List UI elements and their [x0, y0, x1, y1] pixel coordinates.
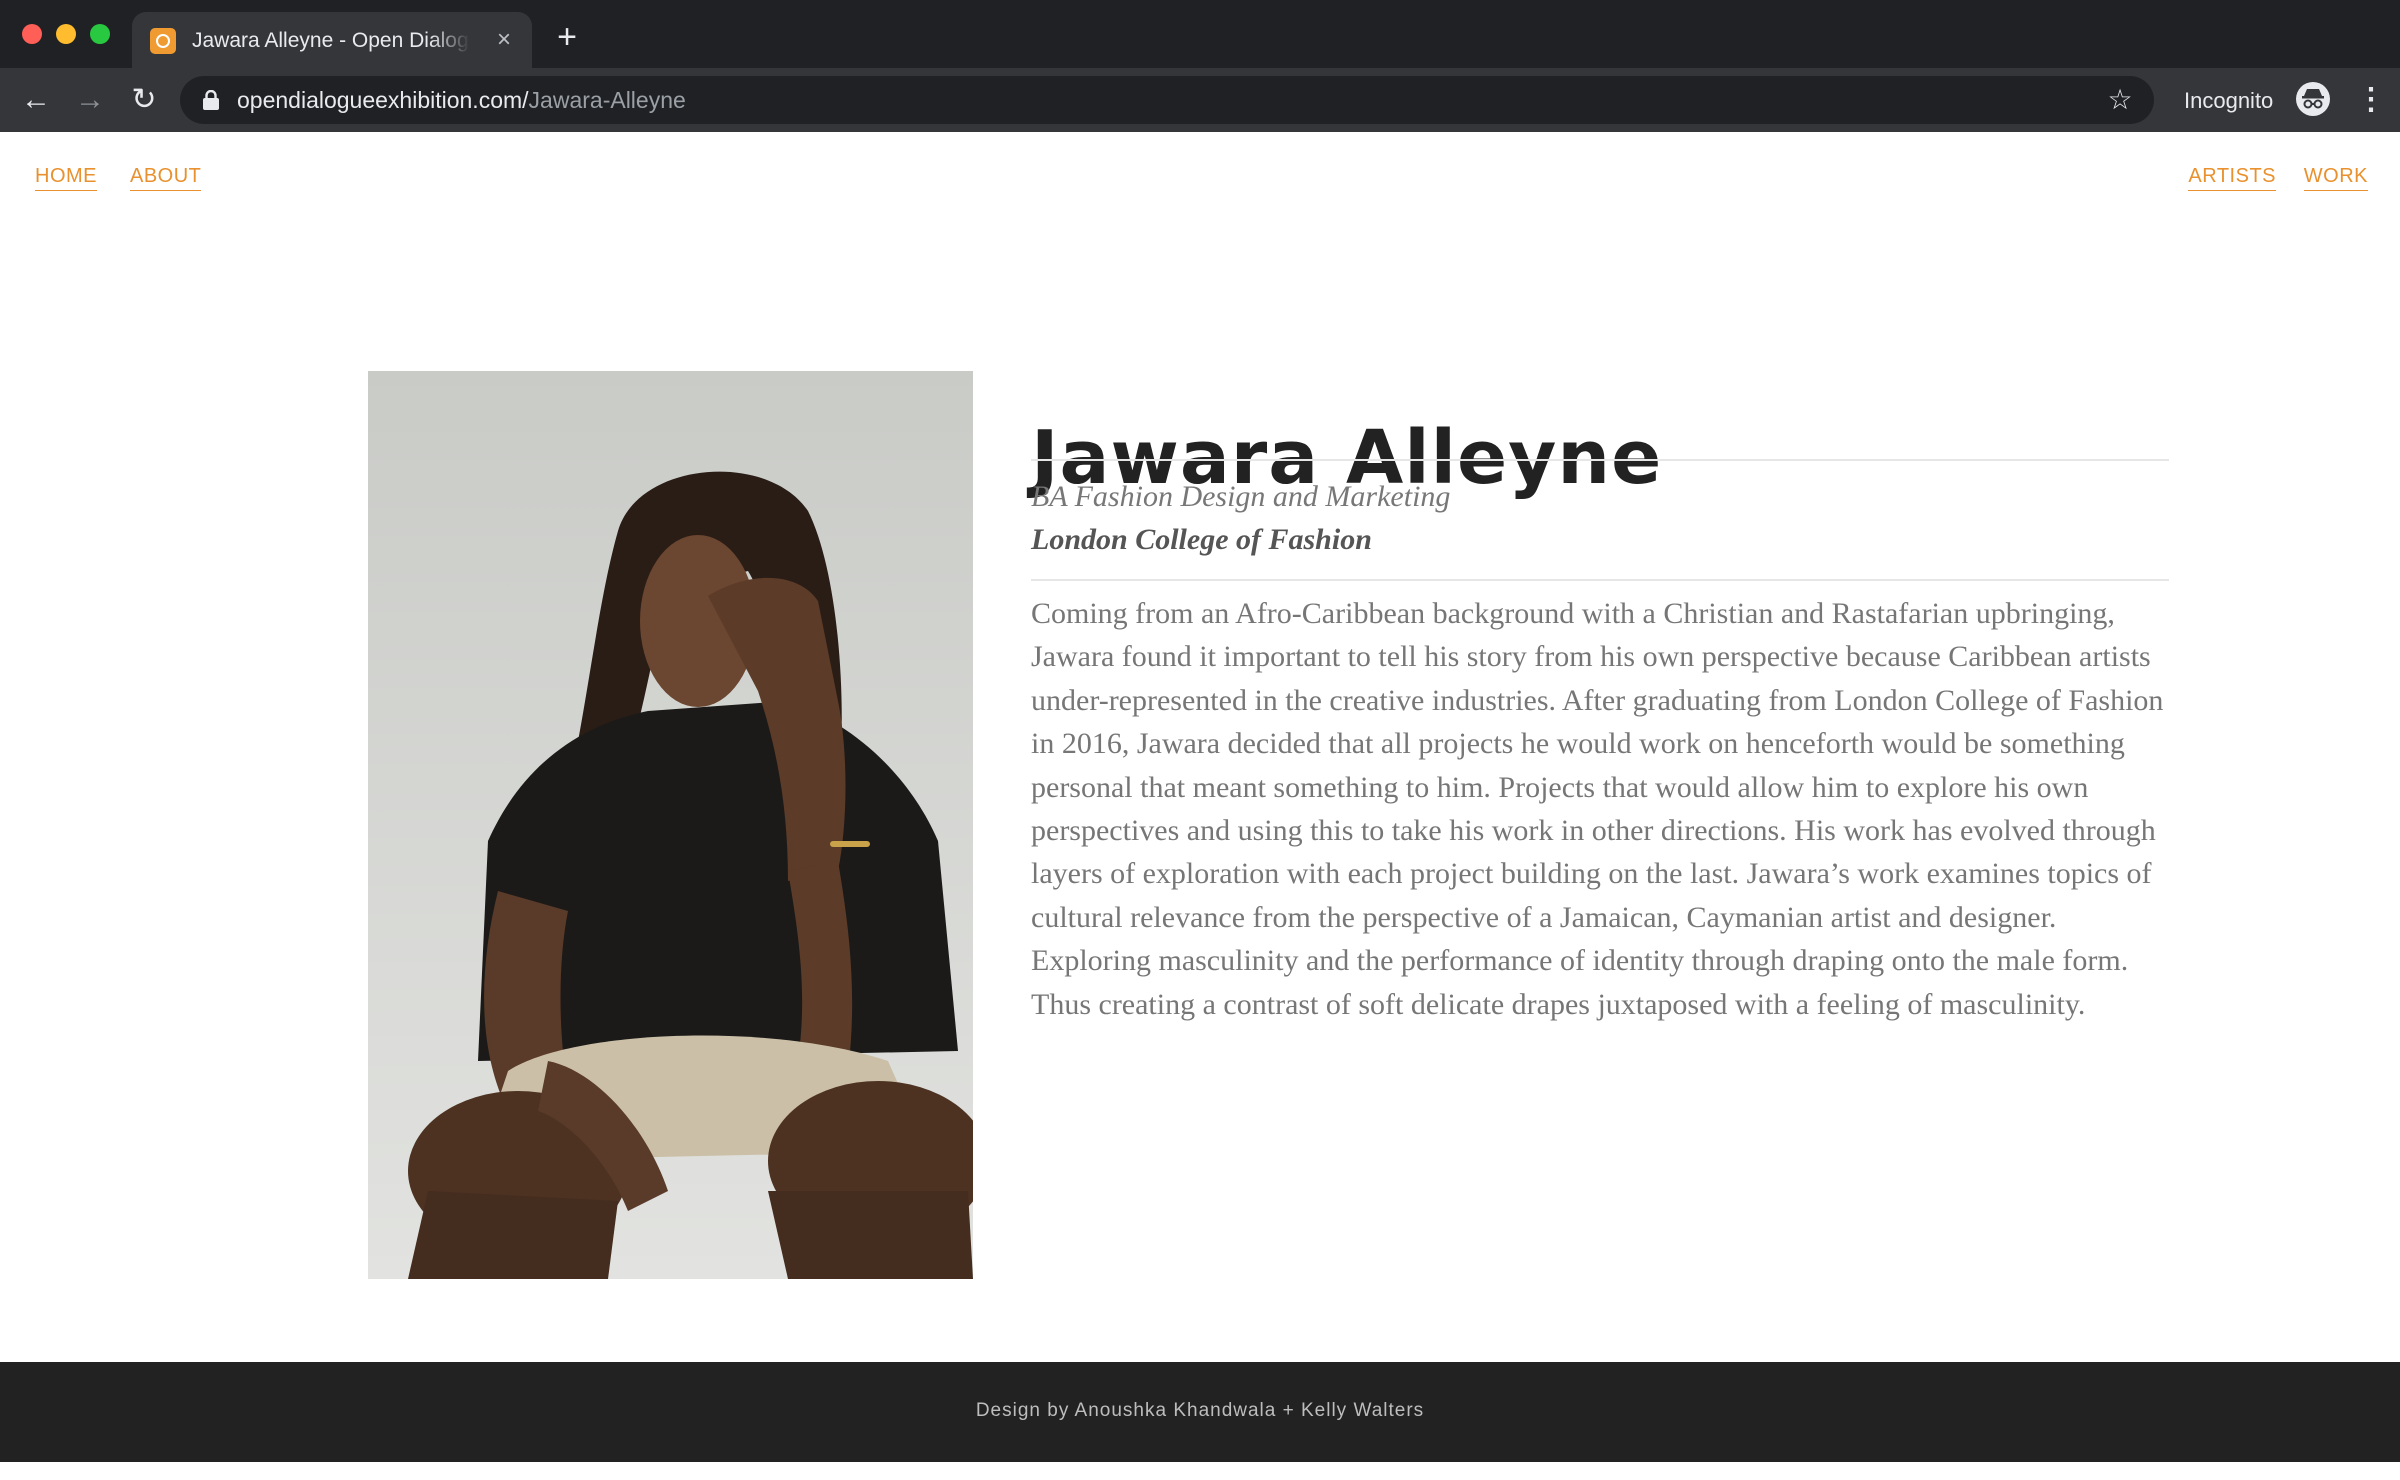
footer-credit: Design by Anoushka Khandwala + Kelly Wal…	[975, 1400, 1425, 1421]
browser-toolbar: ← → ↻ opendialogueexhibition.com/Jawara-…	[0, 68, 2400, 132]
artist-portrait-image	[368, 371, 973, 1279]
divider	[1031, 459, 2169, 461]
url-path: Jawara-Alleyne	[528, 87, 686, 113]
minimize-window-button[interactable]	[56, 24, 76, 44]
browser-window: Jawara Alleyne - Open Dialogue Exhibitio…	[0, 0, 2400, 1480]
artist-college: London College of Fashion	[1031, 523, 1372, 556]
back-button[interactable]: ←	[18, 82, 54, 118]
forward-button[interactable]: →	[72, 82, 108, 118]
tab-strip: Jawara Alleyne - Open Dialogue Exhibitio…	[0, 0, 2400, 68]
nav-link-home[interactable]: HOME	[35, 164, 97, 191]
nav-link-artists[interactable]: ARTISTS	[2188, 164, 2276, 191]
tab-title: Jawara Alleyne - Open Dialogue Exhibitio…	[192, 28, 470, 54]
active-tab[interactable]: Jawara Alleyne - Open Dialogue Exhibitio…	[132, 12, 532, 68]
bookmark-star-icon[interactable]: ☆	[2104, 84, 2136, 116]
url-host: opendialogueexhibition.com/	[237, 87, 529, 113]
reload-button[interactable]: ↻	[126, 82, 162, 118]
nav-link-about[interactable]: ABOUT	[130, 164, 202, 191]
divider	[1031, 579, 2169, 581]
incognito-icon[interactable]	[2296, 82, 2330, 116]
favicon-icon	[150, 28, 176, 54]
nav-link-work[interactable]: WORK	[2303, 164, 2368, 191]
incognito-label: Incognito	[2184, 88, 2274, 113]
close-window-button[interactable]	[22, 24, 42, 44]
site-footer: Design by Anoushka Khandwala + Kelly Wal…	[0, 1362, 2400, 1462]
artist-bio: Coming from an Afro-Caribbean background…	[1031, 597, 2164, 1021]
more-menu-icon[interactable]: ⋮	[2356, 82, 2386, 118]
page-viewport: HOME ABOUT ARTISTS WORK Jawara Alleyne B…	[0, 132, 2400, 1480]
lock-icon	[202, 89, 220, 110]
url-text[interactable]: opendialogueexhibition.com/Jawara-Alleyn…	[237, 85, 686, 115]
maximize-window-button[interactable]	[90, 24, 110, 44]
new-tab-button[interactable]: +	[552, 20, 582, 54]
address-bar[interactable]: opendialogueexhibition.com/Jawara-Alleyn…	[180, 76, 2154, 124]
artist-degree: BA Fashion Design and Marketing	[1031, 480, 1451, 513]
close-tab-icon[interactable]: ×	[490, 26, 518, 54]
